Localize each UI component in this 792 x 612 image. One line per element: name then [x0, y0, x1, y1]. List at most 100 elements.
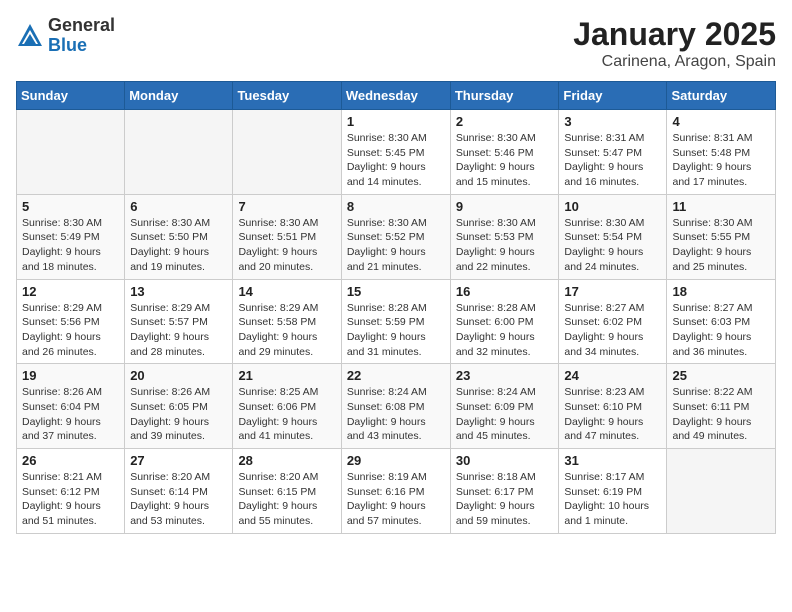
empty-cell: [125, 110, 233, 195]
day-info: Sunrise: 8:27 AM Sunset: 6:02 PM Dayligh…: [564, 301, 661, 360]
day-cell-7: 7Sunrise: 8:30 AM Sunset: 5:51 PM Daylig…: [233, 194, 341, 279]
day-info: Sunrise: 8:18 AM Sunset: 6:17 PM Dayligh…: [456, 470, 554, 529]
day-info: Sunrise: 8:30 AM Sunset: 5:52 PM Dayligh…: [347, 216, 445, 275]
week-row-3: 12 Sunrise: 8:29 AM Sunset: 5:56 PM Dayli…: [17, 279, 776, 364]
day-info: Sunrise: 8:26 AM Sunset: 6:04 PM Dayligh…: [22, 385, 119, 444]
day-cell-2: 2 Sunrise: 8:30 AM Sunset: 5:46 PM Daylig…: [450, 110, 559, 195]
day-number: 26: [22, 453, 119, 468]
weekday-header-thursday: Thursday: [450, 82, 559, 110]
day-cell-16: 16 Sunrise: 8:28 AM Sunset: 6:00 PM Dayli…: [450, 279, 559, 364]
day-cell-26: 26Sunrise: 8:21 AM Sunset: 6:12 PM Dayli…: [17, 449, 125, 534]
day-cell-28: 28 Sunrise: 8:20 AM Sunset: 6:15 PM Dayli…: [233, 449, 341, 534]
weekday-header-tuesday: Tuesday: [233, 82, 341, 110]
day-info: Sunrise: 8:30 AM Sunset: 5:54 PM Dayligh…: [564, 216, 661, 275]
day-info: Sunrise: 8:29 AM Sunset: 5:57 PM Dayligh…: [130, 301, 227, 360]
day-info: Sunrise: 8:31 AM Sunset: 5:48 PM Dayligh…: [672, 131, 770, 190]
day-cell-27: 27 Sunrise: 8:20 AM Sunset: 6:14 PM Dayli…: [125, 449, 233, 534]
day-number: 31: [564, 453, 661, 468]
day-cell-21: 21 Sunrise: 8:25 AM Sunset: 6:06 PM Dayli…: [233, 364, 341, 449]
day-number: 6: [130, 199, 227, 214]
logo-icon: [16, 22, 44, 50]
logo-blue: Blue: [48, 35, 87, 55]
day-cell-20: 20 Sunrise: 8:26 AM Sunset: 6:05 PM Dayli…: [125, 364, 233, 449]
day-number: 8: [347, 199, 445, 214]
title-block: January 2025 Carinena, Aragon, Spain: [573, 16, 776, 71]
day-cell-18: 18 Sunrise: 8:27 AM Sunset: 6:03 PM Dayli…: [667, 279, 776, 364]
day-number: 15: [347, 284, 445, 299]
day-number: 29: [347, 453, 445, 468]
day-number: 16: [456, 284, 554, 299]
day-info: Sunrise: 8:30 AM Sunset: 5:49 PM Dayligh…: [22, 216, 119, 275]
empty-cell: [17, 110, 125, 195]
calendar-table: SundayMondayTuesdayWednesdayThursdayFrid…: [16, 81, 776, 534]
day-info: Sunrise: 8:23 AM Sunset: 6:10 PM Dayligh…: [564, 385, 661, 444]
weekday-header-row: SundayMondayTuesdayWednesdayThursdayFrid…: [17, 82, 776, 110]
day-info: Sunrise: 8:28 AM Sunset: 5:59 PM Dayligh…: [347, 301, 445, 360]
day-info: Sunrise: 8:17 AM Sunset: 6:19 PM Dayligh…: [564, 470, 661, 529]
weekday-header-saturday: Saturday: [667, 82, 776, 110]
day-info: Sunrise: 8:24 AM Sunset: 6:08 PM Dayligh…: [347, 385, 445, 444]
empty-cell: [667, 449, 776, 534]
day-cell-22: 22 Sunrise: 8:24 AM Sunset: 6:08 PM Dayli…: [341, 364, 450, 449]
day-info: Sunrise: 8:26 AM Sunset: 6:05 PM Dayligh…: [130, 385, 227, 444]
weekday-header-monday: Monday: [125, 82, 233, 110]
day-number: 2: [456, 114, 554, 129]
empty-cell: [233, 110, 341, 195]
day-info: Sunrise: 8:20 AM Sunset: 6:14 PM Dayligh…: [130, 470, 227, 529]
day-info: Sunrise: 8:19 AM Sunset: 6:16 PM Dayligh…: [347, 470, 445, 529]
day-cell-17: 17Sunrise: 8:27 AM Sunset: 6:02 PM Dayli…: [559, 279, 667, 364]
day-info: Sunrise: 8:29 AM Sunset: 5:56 PM Dayligh…: [22, 301, 119, 360]
day-number: 23: [456, 368, 554, 383]
day-cell-23: 23Sunrise: 8:24 AM Sunset: 6:09 PM Dayli…: [450, 364, 559, 449]
day-cell-5: 5 Sunrise: 8:30 AM Sunset: 5:49 PM Daylig…: [17, 194, 125, 279]
day-info: Sunrise: 8:31 AM Sunset: 5:47 PM Dayligh…: [564, 131, 661, 190]
day-number: 30: [456, 453, 554, 468]
day-number: 19: [22, 368, 119, 383]
day-info: Sunrise: 8:22 AM Sunset: 6:11 PM Dayligh…: [672, 385, 770, 444]
day-cell-11: 11 Sunrise: 8:30 AM Sunset: 5:55 PM Dayli…: [667, 194, 776, 279]
week-row-4: 19 Sunrise: 8:26 AM Sunset: 6:04 PM Dayli…: [17, 364, 776, 449]
day-cell-9: 9 Sunrise: 8:30 AM Sunset: 5:53 PM Daylig…: [450, 194, 559, 279]
week-row-5: 26Sunrise: 8:21 AM Sunset: 6:12 PM Dayli…: [17, 449, 776, 534]
day-cell-30: 30 Sunrise: 8:18 AM Sunset: 6:17 PM Dayli…: [450, 449, 559, 534]
logo: General Blue: [16, 16, 115, 56]
day-number: 11: [672, 199, 770, 214]
day-cell-1: 1 Sunrise: 8:30 AM Sunset: 5:45 PM Daylig…: [341, 110, 450, 195]
day-info: Sunrise: 8:30 AM Sunset: 5:50 PM Dayligh…: [130, 216, 227, 275]
day-cell-29: 29 Sunrise: 8:19 AM Sunset: 6:16 PM Dayli…: [341, 449, 450, 534]
day-number: 25: [672, 368, 770, 383]
day-info: Sunrise: 8:30 AM Sunset: 5:55 PM Dayligh…: [672, 216, 770, 275]
weekday-header-friday: Friday: [559, 82, 667, 110]
weekday-header-sunday: Sunday: [17, 82, 125, 110]
logo-general: General: [48, 15, 115, 35]
weekday-header-wednesday: Wednesday: [341, 82, 450, 110]
day-number: 27: [130, 453, 227, 468]
day-number: 21: [238, 368, 335, 383]
day-cell-8: 8 Sunrise: 8:30 AM Sunset: 5:52 PM Daylig…: [341, 194, 450, 279]
day-info: Sunrise: 8:30 AM Sunset: 5:53 PM Dayligh…: [456, 216, 554, 275]
page-header: General Blue January 2025 Carinena, Arag…: [16, 16, 776, 71]
day-info: Sunrise: 8:27 AM Sunset: 6:03 PM Dayligh…: [672, 301, 770, 360]
day-info: Sunrise: 8:28 AM Sunset: 6:00 PM Dayligh…: [456, 301, 554, 360]
day-cell-10: 10Sunrise: 8:30 AM Sunset: 5:54 PM Dayli…: [559, 194, 667, 279]
day-number: 1: [347, 114, 445, 129]
day-info: Sunrise: 8:29 AM Sunset: 5:58 PM Dayligh…: [238, 301, 335, 360]
day-info: Sunrise: 8:30 AM Sunset: 5:46 PM Dayligh…: [456, 131, 554, 190]
day-info: Sunrise: 8:25 AM Sunset: 6:06 PM Dayligh…: [238, 385, 335, 444]
day-number: 9: [456, 199, 554, 214]
day-number: 12: [22, 284, 119, 299]
day-number: 13: [130, 284, 227, 299]
day-info: Sunrise: 8:20 AM Sunset: 6:15 PM Dayligh…: [238, 470, 335, 529]
day-number: 20: [130, 368, 227, 383]
day-number: 5: [22, 199, 119, 214]
day-cell-25: 25 Sunrise: 8:22 AM Sunset: 6:11 PM Dayli…: [667, 364, 776, 449]
day-number: 28: [238, 453, 335, 468]
day-cell-24: 24Sunrise: 8:23 AM Sunset: 6:10 PM Dayli…: [559, 364, 667, 449]
location-title: Carinena, Aragon, Spain: [573, 53, 776, 71]
day-number: 22: [347, 368, 445, 383]
logo-text: General Blue: [48, 16, 115, 56]
day-number: 18: [672, 284, 770, 299]
day-cell-15: 15 Sunrise: 8:28 AM Sunset: 5:59 PM Dayli…: [341, 279, 450, 364]
week-row-1: 1 Sunrise: 8:30 AM Sunset: 5:45 PM Daylig…: [17, 110, 776, 195]
day-info: Sunrise: 8:30 AM Sunset: 5:45 PM Dayligh…: [347, 131, 445, 190]
